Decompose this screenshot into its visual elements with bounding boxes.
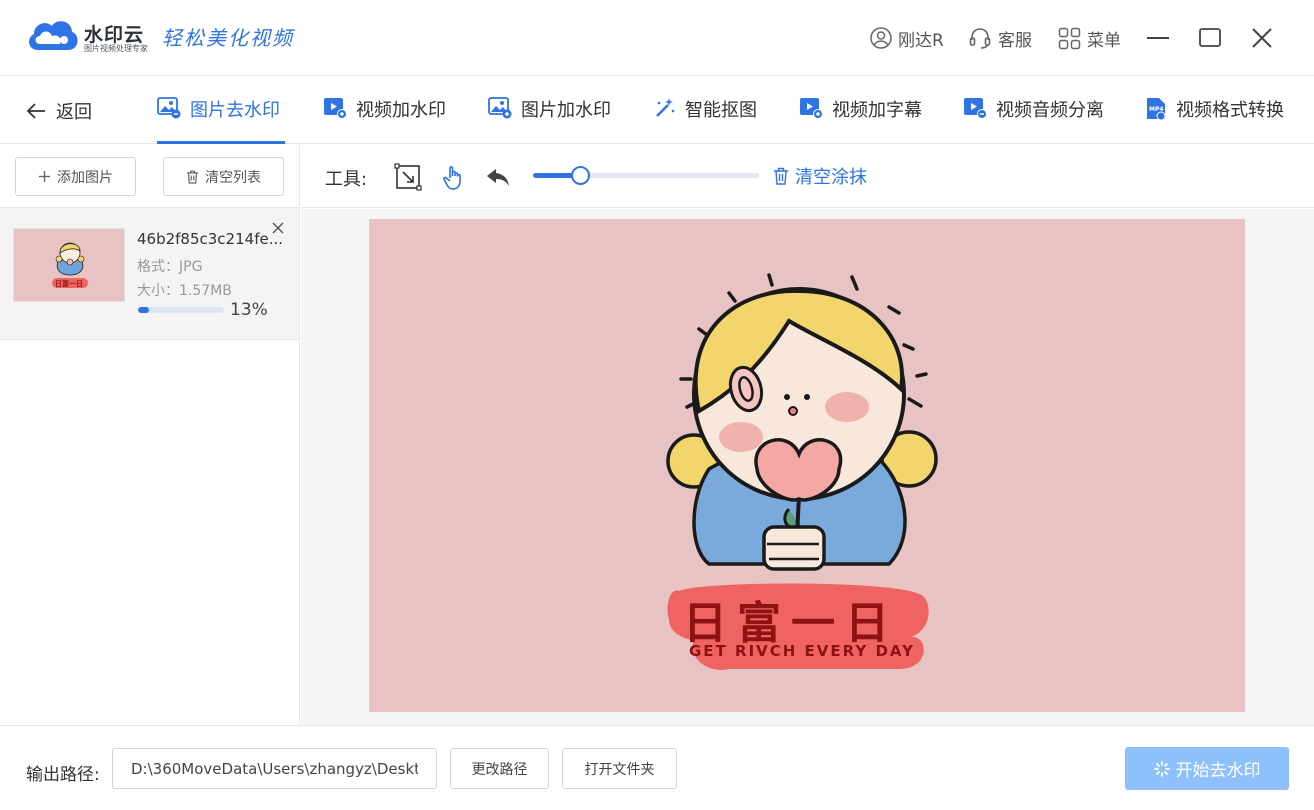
- grid-menu-icon: [1058, 27, 1081, 49]
- tab-video-format-convert[interactable]: MP4 视频格式转换: [1145, 96, 1284, 144]
- back-label: 返回: [56, 102, 92, 123]
- file-size: 大小：1.57MB: [137, 283, 232, 299]
- file-list-panel: 添加图片 清空列表 日富一日 46b2f85c3c214fe... 格式：JPG…: [0, 145, 300, 725]
- remove-file-icon[interactable]: [270, 220, 286, 236]
- brush-size-slider[interactable]: [533, 166, 759, 185]
- trash-icon: [187, 170, 198, 184]
- clear-paint-label: 清空涂抹: [795, 167, 867, 188]
- magic-wand-icon: [656, 98, 675, 117]
- start-remove-watermark-button[interactable]: 开始去水印: [1125, 747, 1289, 790]
- user-icon: [870, 27, 892, 49]
- customer-service-button[interactable]: 客服: [968, 24, 1032, 52]
- open-folder-label: 打开文件夹: [584, 761, 655, 778]
- tab-label: 智能抠图: [685, 100, 757, 121]
- spinner-icon: [1153, 760, 1170, 777]
- file-progress-text: 13%: [230, 300, 268, 320]
- thumb-caption: 日富一日: [55, 280, 83, 288]
- file-progress-bar: [138, 307, 224, 313]
- start-label: 开始去水印: [1175, 761, 1261, 781]
- undo-icon[interactable]: [484, 163, 512, 191]
- file-progress-fill: [138, 307, 150, 313]
- add-image-label: 添加图片: [57, 169, 113, 186]
- user-name: 刚达R: [898, 30, 944, 51]
- image-add-icon: [488, 97, 512, 119]
- tab-label: 视频音频分离: [996, 100, 1104, 121]
- editor-toolbar: 工具: 清空涂抹: [301, 145, 1314, 208]
- file-thumbnail: 日富一日: [13, 228, 125, 302]
- file-list-toolbar: 添加图片 清空列表: [0, 145, 299, 208]
- open-folder-button[interactable]: 打开文件夹: [562, 748, 677, 789]
- tab-image-remove-watermark[interactable]: 图片去水印: [157, 96, 285, 144]
- list-item[interactable]: 日富一日 46b2f85c3c214fe... 格式：JPG 大小：1.57MB…: [0, 208, 299, 340]
- mp4-convert-icon: MP4: [1147, 98, 1166, 121]
- user-account-button[interactable]: 刚达R: [870, 24, 944, 52]
- tab-smart-cutout[interactable]: 智能抠图: [654, 96, 757, 144]
- preview-image[interactable]: 日富一日 GET RIVCH EVERY DAY: [369, 219, 1245, 712]
- arrow-left-icon: [26, 103, 45, 119]
- cloud-logo-icon: [29, 21, 78, 50]
- plus-icon: [39, 171, 50, 182]
- output-path-label: 输出路径:: [26, 765, 100, 785]
- video-audio-split-icon: [964, 98, 987, 119]
- feature-nav-bar: 返回 图片去水印 视频加水印 图片加水印 智能抠图 视频加字幕 视频音频分离 M…: [0, 76, 1314, 144]
- tab-label: 视频加水印: [356, 100, 446, 121]
- tab-label: 图片加水印: [521, 100, 611, 121]
- change-path-label: 更改路径: [471, 761, 528, 778]
- tab-image-add-watermark[interactable]: 图片加水印: [488, 96, 611, 144]
- menu-label: 菜单: [1087, 30, 1121, 51]
- main-menu-button[interactable]: 菜单: [1058, 24, 1121, 52]
- brand-subtitle: 图片视频处理专家: [84, 44, 148, 53]
- slogan: 轻松美化视频: [162, 26, 294, 50]
- service-label: 客服: [998, 30, 1032, 51]
- tab-label: 图片去水印: [190, 100, 280, 121]
- preview-canvas-area: 日富一日 GET RIVCH EVERY DAY: [301, 209, 1314, 725]
- minimize-icon[interactable]: [1142, 22, 1174, 54]
- footer-bar: 输出路径: 更改路径 打开文件夹 开始去水印: [0, 725, 1314, 810]
- output-path-input[interactable]: [112, 748, 437, 789]
- clear-list-button[interactable]: 清空列表: [163, 157, 284, 196]
- headset-icon: [969, 28, 991, 49]
- tab-video-add-watermark[interactable]: 视频加水印: [323, 96, 446, 144]
- file-format: 格式：JPG: [137, 259, 203, 275]
- clear-paint-button[interactable]: 清空涂抹: [773, 163, 867, 189]
- select-box-icon[interactable]: [394, 163, 422, 191]
- video-add-icon: [324, 98, 347, 119]
- title-bar: 水印云 图片视频处理专家 轻松美化视频 刚达R 客服 菜单: [0, 0, 1314, 76]
- add-image-button[interactable]: 添加图片: [15, 157, 136, 196]
- tab-label: 视频格式转换: [1176, 100, 1284, 121]
- change-path-button[interactable]: 更改路径: [450, 748, 549, 789]
- video-subtitle-icon: [800, 98, 823, 119]
- brush-size-handle[interactable]: [571, 166, 591, 185]
- girl-flower-illustration: [14, 229, 124, 301]
- close-icon[interactable]: [1246, 22, 1278, 54]
- tools-label: 工具:: [325, 169, 368, 190]
- back-button[interactable]: 返回: [26, 98, 92, 124]
- tab-video-audio-split[interactable]: 视频音频分离: [963, 96, 1104, 144]
- maximize-icon[interactable]: [1194, 22, 1226, 54]
- tab-label: 视频加字幕: [832, 100, 922, 121]
- preview-subtitle-text: GET RIVCH EVERY DAY: [689, 642, 915, 660]
- trash-icon: [774, 167, 788, 185]
- clear-list-label: 清空列表: [205, 169, 261, 186]
- hand-pan-icon[interactable]: [440, 163, 468, 191]
- image-remove-icon: [157, 97, 181, 119]
- tab-video-subtitle[interactable]: 视频加字幕: [799, 96, 922, 144]
- file-name: 46b2f85c3c214fe...: [137, 230, 284, 248]
